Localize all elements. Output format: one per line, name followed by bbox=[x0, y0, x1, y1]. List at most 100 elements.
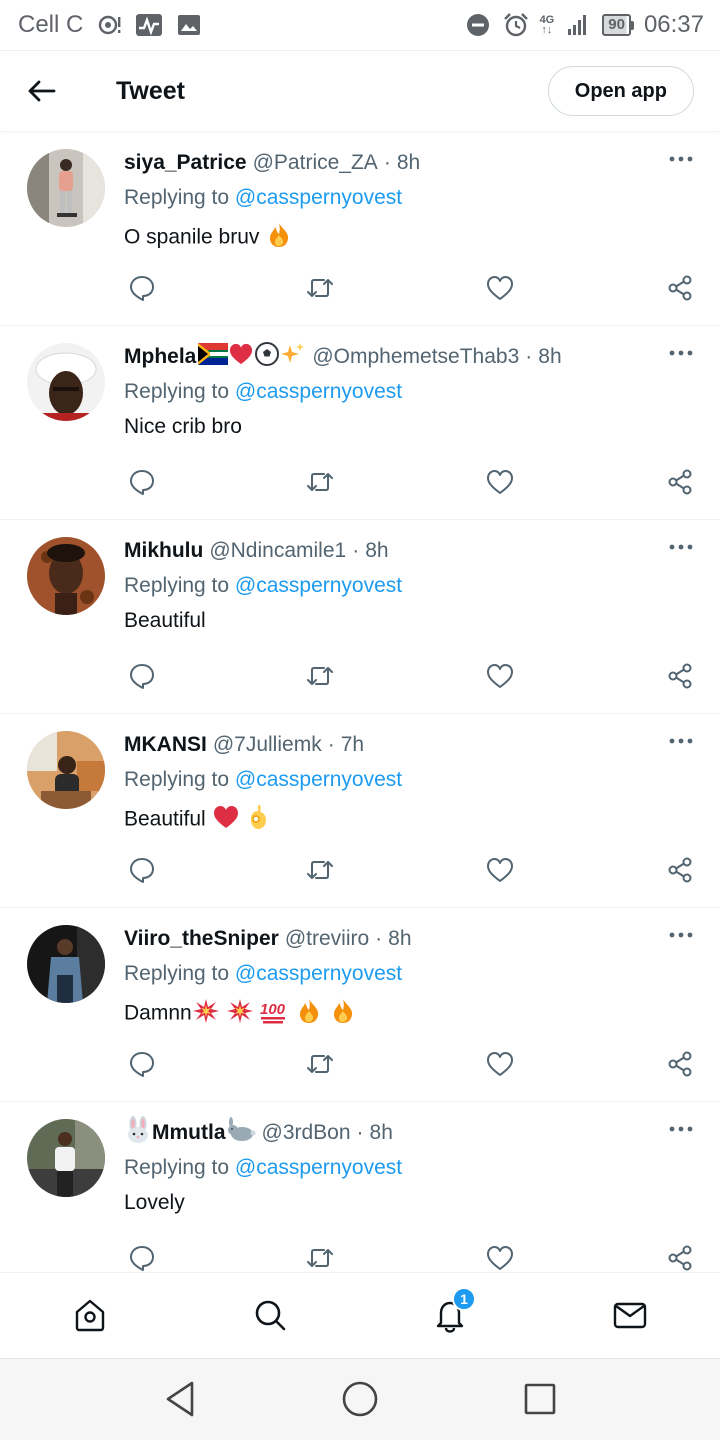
like-heart-icon[interactable] bbox=[484, 1242, 516, 1272]
signal-icon bbox=[564, 11, 592, 39]
collision-emoji bbox=[226, 997, 254, 1031]
tweet-actions bbox=[124, 272, 698, 304]
author-name[interactable]: Mphela bbox=[124, 345, 196, 369]
reply-icon[interactable] bbox=[126, 466, 158, 498]
retweet-icon[interactable] bbox=[304, 1242, 336, 1272]
author-handle[interactable]: @7Julliemk bbox=[213, 733, 322, 757]
avatar[interactable] bbox=[27, 1119, 105, 1197]
retweet-icon[interactable] bbox=[304, 854, 336, 886]
avatar[interactable] bbox=[27, 537, 105, 615]
tweet-text: Beautiful bbox=[124, 609, 206, 632]
tweet-time[interactable]: 8h bbox=[365, 539, 388, 563]
activity-icon bbox=[135, 11, 163, 39]
author-name[interactable]: MKANSI bbox=[124, 733, 207, 757]
home-circle-icon[interactable] bbox=[340, 1379, 380, 1419]
more-options-icon[interactable] bbox=[666, 338, 696, 368]
retweet-icon[interactable] bbox=[304, 660, 336, 692]
avatar[interactable] bbox=[27, 731, 105, 809]
reply-tweet[interactable]: Mmutla @3rdBon · 8h Replying to @cassper… bbox=[0, 1102, 720, 1272]
author-handle[interactable]: @Patrice_ZA bbox=[253, 151, 378, 175]
system-navigation-bar bbox=[0, 1358, 720, 1440]
avatar[interactable] bbox=[27, 149, 105, 227]
avatar[interactable] bbox=[27, 925, 105, 1003]
like-heart-icon[interactable] bbox=[484, 660, 516, 692]
reply-feed: siya_Patrice @Patrice_ZA · 8h Replying t… bbox=[0, 132, 720, 1272]
tweet-time[interactable]: 8h bbox=[538, 345, 561, 369]
tweet-time[interactable]: 8h bbox=[397, 151, 420, 175]
mention-link[interactable]: @casspernyovest bbox=[235, 380, 402, 403]
hotspot-icon bbox=[95, 11, 123, 39]
tweet-time[interactable]: 8h bbox=[388, 927, 411, 951]
author-handle[interactable]: @3rdBon bbox=[262, 1121, 351, 1145]
replying-to-line: Replying to @casspernyovest bbox=[124, 962, 403, 985]
reply-icon[interactable] bbox=[126, 272, 158, 304]
search-icon[interactable] bbox=[250, 1295, 290, 1335]
avatar[interactable] bbox=[27, 343, 105, 421]
reply-tweet[interactable]: Mphela @OmphemetseThab3 · 8h Replying to… bbox=[0, 326, 720, 520]
mention-link[interactable]: @casspernyovest bbox=[235, 1156, 402, 1179]
reply-tweet[interactable]: Viiro_theSniper @treviiro · 8h Replying … bbox=[0, 908, 720, 1102]
author-handle[interactable]: @treviiro bbox=[285, 927, 369, 951]
back-triangle-icon[interactable] bbox=[160, 1379, 200, 1419]
separator-dot: · bbox=[327, 733, 335, 756]
reply-tweet[interactable]: MKANSI @7Julliemk · 7h Replying to @cass… bbox=[0, 714, 720, 908]
reply-tweet[interactable]: siya_Patrice @Patrice_ZA · 8h Replying t… bbox=[0, 132, 720, 326]
more-options-icon[interactable] bbox=[666, 1114, 696, 1144]
author-name[interactable]: Viiro_theSniper bbox=[124, 927, 279, 951]
recents-square-icon[interactable] bbox=[520, 1379, 560, 1419]
reply-tweet[interactable]: Mikhulu @Ndincamile1 · 8h Replying to @c… bbox=[0, 520, 720, 714]
author-name[interactable]: siya_Patrice bbox=[124, 151, 247, 175]
mention-link[interactable]: @casspernyovest bbox=[235, 768, 402, 791]
tweet-text: O spanile bruv bbox=[124, 221, 700, 251]
more-options-icon[interactable] bbox=[666, 920, 696, 950]
author-handle[interactable]: @Ndincamile1 bbox=[209, 539, 346, 563]
more-options-icon[interactable] bbox=[666, 144, 696, 174]
mention-link[interactable]: @casspernyovest bbox=[235, 574, 402, 597]
bottom-navigation: 1 bbox=[0, 1272, 720, 1358]
rabbit-face-emoji bbox=[124, 1116, 152, 1150]
reply-icon[interactable] bbox=[126, 660, 158, 692]
tweet-text: Nice crib bro bbox=[124, 415, 242, 438]
like-heart-icon[interactable] bbox=[484, 854, 516, 886]
tweet-actions bbox=[124, 854, 698, 886]
share-icon[interactable] bbox=[664, 466, 696, 498]
back-arrow-icon[interactable] bbox=[18, 67, 66, 115]
reply-icon[interactable] bbox=[126, 1242, 158, 1272]
retweet-icon[interactable] bbox=[304, 272, 336, 304]
open-app-button[interactable]: Open app bbox=[547, 66, 694, 116]
author-handle[interactable]: @OmphemetseThab3 bbox=[312, 345, 519, 369]
author-name[interactable]: Mmutla bbox=[152, 1121, 226, 1145]
more-options-icon[interactable] bbox=[666, 532, 696, 562]
separator-dot: · bbox=[383, 151, 391, 174]
retweet-icon[interactable] bbox=[304, 466, 336, 498]
tweet-text: Damnn 100 bbox=[124, 997, 700, 1027]
tweet-time[interactable]: 7h bbox=[341, 733, 364, 757]
tweet-time[interactable]: 8h bbox=[370, 1121, 393, 1145]
reply-icon[interactable] bbox=[126, 1048, 158, 1080]
like-heart-icon[interactable] bbox=[484, 1048, 516, 1080]
fire-emoji bbox=[295, 997, 323, 1031]
more-options-icon[interactable] bbox=[666, 726, 696, 756]
share-icon[interactable] bbox=[664, 660, 696, 692]
dnd-icon bbox=[464, 11, 492, 39]
like-heart-icon[interactable] bbox=[484, 466, 516, 498]
tweet-text: Lovely bbox=[124, 1191, 185, 1214]
rabbit-emoji bbox=[226, 1117, 256, 1149]
messages-icon[interactable] bbox=[610, 1295, 650, 1335]
share-icon[interactable] bbox=[664, 854, 696, 886]
app-header: Tweet Open app bbox=[0, 50, 720, 132]
mention-link[interactable]: @casspernyovest bbox=[235, 962, 402, 985]
share-icon[interactable] bbox=[664, 1242, 696, 1272]
author-name[interactable]: Mikhulu bbox=[124, 539, 203, 563]
home-icon[interactable] bbox=[70, 1295, 110, 1335]
mention-link[interactable]: @casspernyovest bbox=[235, 186, 402, 209]
battery-indicator: 90 bbox=[602, 14, 634, 36]
replying-to-line: Replying to @casspernyovest bbox=[124, 1156, 403, 1179]
reply-icon[interactable] bbox=[126, 854, 158, 886]
share-icon[interactable] bbox=[664, 272, 696, 304]
like-heart-icon[interactable] bbox=[484, 272, 516, 304]
red-heart-emoji bbox=[228, 342, 254, 372]
share-icon[interactable] bbox=[664, 1048, 696, 1080]
retweet-icon[interactable] bbox=[304, 1048, 336, 1080]
separator-dot: · bbox=[352, 539, 360, 562]
